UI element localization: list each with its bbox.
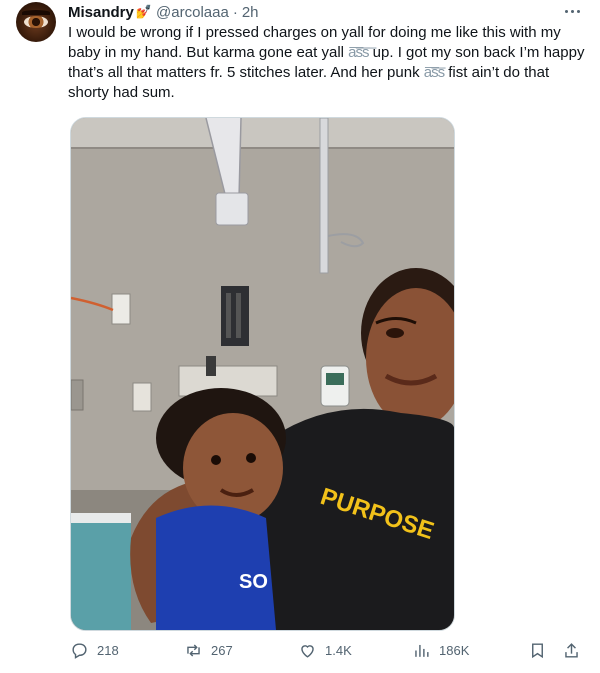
exam-table [71,513,131,630]
child-hoodie [156,505,276,630]
wall-outlet [111,293,131,325]
photo-illustration: PURPOSE SO [71,118,454,630]
share-button[interactable] [562,638,581,662]
repost-icon [187,643,200,657]
views-button[interactable]: 186K [412,638,469,662]
avatar-brow [22,10,50,15]
views-count: 186K [439,642,470,658]
reply-icon [72,642,87,659]
censored-word-1: a͞s͞s͞ [348,44,369,61]
tweet-photo[interactable]: PURPOSE SO [70,117,455,631]
like-button[interactable]: 1.4K [298,638,352,662]
like-icon [301,644,314,658]
separator-dot: · [232,3,238,21]
more-icon[interactable] [562,4,582,18]
action-bar: 218 267 1.4K 186K [68,638,588,662]
tweet-header: Misandry 💅 @arcolaaa · 2h [68,2,259,22]
share-icon [565,642,578,658]
author-name[interactable]: Misandry [68,4,134,21]
tweet-text: I would be wrong if I pressed charges on… [68,23,588,103]
vitals-monitor [320,365,350,407]
otoscope-holder [221,286,249,346]
tweet-time[interactable]: 2h [242,4,259,21]
bookmark-button[interactable] [528,638,547,662]
repost-count: 267 [211,642,233,658]
tweet[interactable]: Misandry 💅 @arcolaaa · 2h I would be wro… [0,0,600,673]
author-handle[interactable]: @arcolaaa [156,4,229,21]
ceiling [71,118,454,148]
reply-button[interactable]: 218 [70,638,119,662]
iv-pole [319,118,329,274]
nail-polish-emoji: 💅 [135,4,153,19]
reply-count: 218 [97,642,119,658]
child-hoodie-print: SO [239,571,268,593]
exam-light [215,192,249,226]
avatar[interactable] [16,2,56,42]
repost-button[interactable]: 267 [184,638,233,662]
like-count: 1.4K [325,642,352,658]
censored-word-2: a͞s͞s [423,64,445,81]
views-icon [415,644,429,657]
bookmark-icon [532,642,543,658]
avatar-eye [24,16,48,28]
